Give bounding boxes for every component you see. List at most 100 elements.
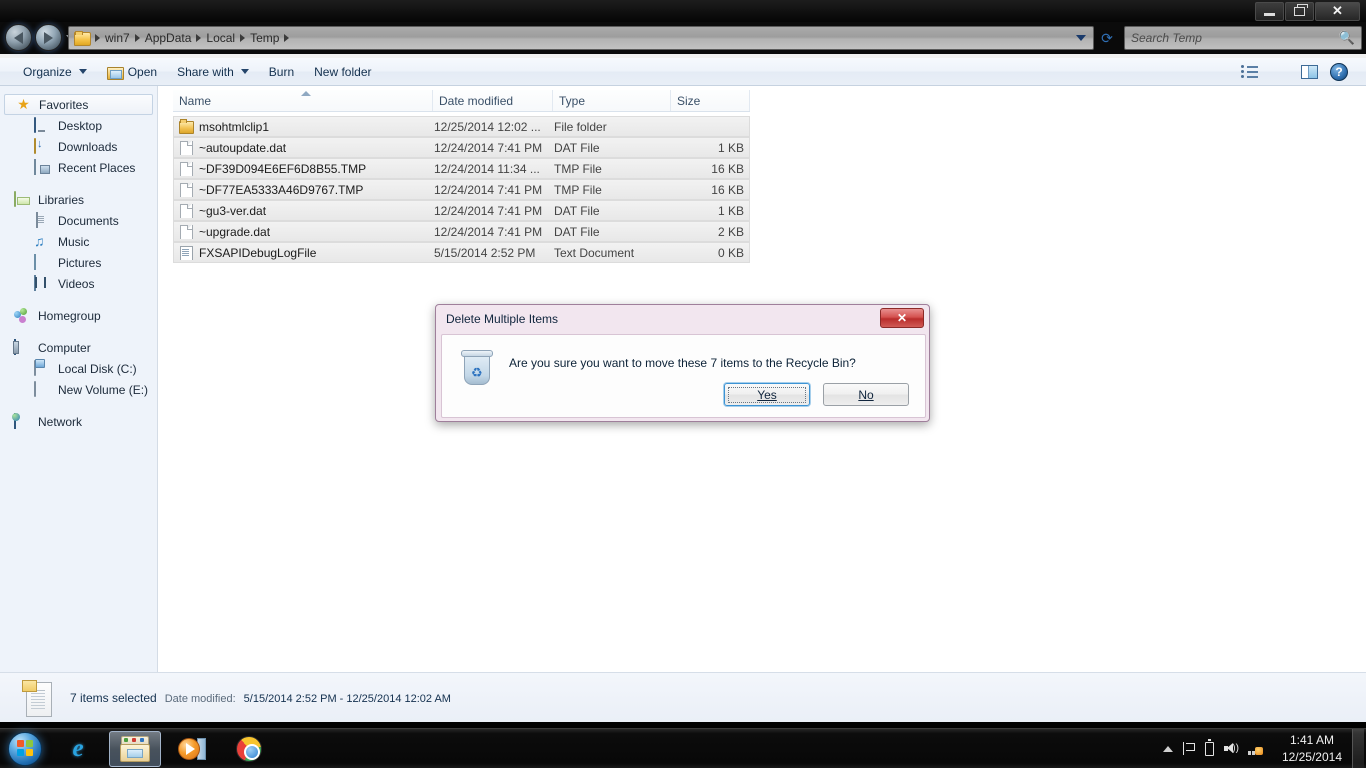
close-button[interactable]: ✕ bbox=[1315, 1, 1360, 21]
breadcrumb-separator-icon bbox=[95, 34, 100, 42]
table-row[interactable]: ~gu3-ver.dat 12/24/2014 7:41 PM DAT File… bbox=[173, 200, 750, 221]
file-name-cell: ~autoupdate.dat bbox=[174, 140, 434, 155]
preview-pane-button[interactable] bbox=[1294, 60, 1324, 84]
view-dropdown-button[interactable] bbox=[1264, 60, 1294, 84]
sidebar-item-label: New Volume (E:) bbox=[58, 382, 149, 397]
sidebar-item-libraries[interactable]: Libraries bbox=[0, 189, 157, 210]
chevron-down-icon bbox=[78, 69, 87, 74]
breadcrumb-item-local[interactable]: Local bbox=[202, 31, 239, 45]
file-name: ~DF39D094E6EF6D8B55.TMP bbox=[199, 161, 367, 176]
search-input[interactable]: Search Temp bbox=[1131, 31, 1202, 45]
window-titlebar[interactable]: ✕ bbox=[0, 0, 1366, 22]
sidebar-item-new-volume-e[interactable]: New Volume (E:) bbox=[0, 379, 157, 400]
file-icon bbox=[179, 140, 193, 155]
view-list-icon bbox=[1240, 65, 1258, 78]
show-desktop-button[interactable] bbox=[1352, 728, 1364, 768]
file-type: DAT File bbox=[554, 140, 600, 155]
column-header-type[interactable]: Type bbox=[553, 90, 671, 111]
table-row[interactable]: msohtmlclip1 12/25/2014 12:02 ... File f… bbox=[173, 116, 750, 137]
burn-button[interactable]: Burn bbox=[260, 61, 303, 83]
breadcrumb-item-temp[interactable]: Temp bbox=[246, 31, 283, 45]
file-date: 12/24/2014 7:41 PM bbox=[434, 140, 543, 155]
sidebar-item-network[interactable]: Network bbox=[0, 411, 157, 432]
file-type: Text Document bbox=[554, 245, 635, 260]
file-date: 5/15/2014 2:52 PM bbox=[434, 245, 536, 260]
column-header-size[interactable]: Size bbox=[671, 90, 750, 111]
chevron-down-icon bbox=[240, 69, 249, 74]
column-header-name[interactable]: Name bbox=[173, 90, 433, 111]
file-size: 1 KB bbox=[717, 203, 744, 218]
table-row[interactable]: ~autoupdate.dat 12/24/2014 7:41 PM DAT F… bbox=[173, 137, 750, 158]
clock-time: 1:41 AM bbox=[1289, 733, 1334, 748]
taskbar-item-internet-explorer[interactable]: e bbox=[52, 731, 104, 767]
command-bar: Organize Open Share with Burn New folder bbox=[0, 58, 1366, 86]
file-type: DAT File bbox=[554, 203, 600, 218]
sidebar-item-desktop[interactable]: Desktop bbox=[0, 115, 157, 136]
sidebar-item-local-disk-c[interactable]: Local Disk (C:) bbox=[0, 358, 157, 379]
change-view-button[interactable] bbox=[1234, 60, 1264, 84]
show-hidden-icons-button[interactable] bbox=[1162, 745, 1173, 752]
refresh-button[interactable]: ⟳ bbox=[1096, 26, 1118, 50]
yes-button-label: Yes bbox=[757, 387, 777, 402]
sidebar-item-homegroup[interactable]: Homegroup bbox=[0, 305, 157, 326]
dialog-title: Delete Multiple Items bbox=[446, 312, 559, 326]
sidebar-item-documents[interactable]: Documents bbox=[0, 210, 157, 231]
dialog-titlebar[interactable]: Delete Multiple Items ✕ bbox=[436, 305, 929, 333]
table-row[interactable]: ~upgrade.dat 12/24/2014 7:41 PM DAT File… bbox=[173, 221, 750, 242]
file-icon bbox=[179, 203, 193, 218]
yes-button[interactable]: Yes bbox=[724, 383, 810, 406]
table-row[interactable]: ~DF77EA5333A46D9767.TMP 12/24/2014 7:41 … bbox=[173, 179, 750, 200]
speaker-icon: )) bbox=[1223, 742, 1239, 755]
text-file-icon bbox=[179, 245, 193, 260]
table-row[interactable]: ~DF39D094E6EF6D8B55.TMP 12/24/2014 11:34… bbox=[173, 158, 750, 179]
sidebar-item-downloads[interactable]: Downloads bbox=[0, 136, 157, 157]
forward-button[interactable] bbox=[35, 24, 62, 51]
sidebar-item-music[interactable]: ♫ Music bbox=[0, 231, 157, 252]
file-name: ~DF77EA5333A46D9767.TMP bbox=[199, 182, 364, 197]
breadcrumb-item-appdata[interactable]: AppData bbox=[141, 31, 196, 45]
help-button[interactable]: ? bbox=[1324, 60, 1354, 84]
sidebar-item-computer[interactable]: Computer bbox=[0, 337, 157, 358]
back-button[interactable] bbox=[5, 24, 32, 51]
maximize-button[interactable] bbox=[1285, 1, 1314, 21]
window-controls: ✕ bbox=[1254, 1, 1360, 21]
sidebar-item-label: Local Disk (C:) bbox=[58, 361, 137, 376]
sidebar-item-recent-places[interactable]: Recent Places bbox=[0, 157, 157, 178]
clock[interactable]: 1:41 AM 12/25/2014 bbox=[1272, 732, 1352, 764]
file-rows: msohtmlclip1 12/25/2014 12:02 ... File f… bbox=[173, 116, 750, 263]
navigation-pane[interactable]: ★ Favorites Desktop Downloads Recent Pla… bbox=[0, 86, 158, 672]
preview-pane-icon bbox=[1300, 64, 1318, 79]
open-button[interactable]: Open bbox=[98, 61, 166, 83]
table-row[interactable]: FXSAPIDebugLogFile 5/15/2014 2:52 PM Tex… bbox=[173, 242, 750, 263]
breadcrumb-item-win7[interactable]: win7 bbox=[101, 31, 134, 45]
file-date: 12/24/2014 7:41 PM bbox=[434, 224, 543, 239]
breadcrumb-separator-icon[interactable] bbox=[284, 34, 290, 42]
column-header-date-modified[interactable]: Date modified bbox=[433, 90, 553, 111]
network-button[interactable] bbox=[1247, 743, 1263, 755]
taskbar-item-windows-explorer[interactable] bbox=[109, 730, 161, 767]
libraries-icon bbox=[14, 191, 16, 207]
folder-icon bbox=[179, 119, 194, 134]
new-folder-button[interactable]: New folder bbox=[305, 61, 380, 83]
organize-button[interactable]: Organize bbox=[14, 61, 96, 83]
volume-button[interactable]: )) bbox=[1223, 742, 1239, 755]
sidebar-item-label: Downloads bbox=[58, 139, 118, 154]
minimize-button[interactable] bbox=[1255, 1, 1284, 21]
battery-button[interactable] bbox=[1204, 739, 1214, 756]
star-icon: ★ bbox=[17, 96, 30, 112]
taskbar-item-media-player[interactable] bbox=[166, 731, 218, 767]
taskbar-item-chrome[interactable] bbox=[223, 731, 275, 767]
dialog-close-button[interactable]: ✕ bbox=[880, 308, 924, 328]
sidebar-item-videos[interactable]: Videos bbox=[0, 273, 157, 294]
sidebar-item-favorites[interactable]: ★ Favorites bbox=[4, 94, 153, 115]
sidebar-item-pictures[interactable]: Pictures bbox=[0, 252, 157, 273]
address-bar[interactable]: win7 AppData Local Temp bbox=[68, 26, 1094, 50]
address-dropdown-chevron-down-icon[interactable] bbox=[1076, 35, 1086, 41]
start-button[interactable] bbox=[3, 730, 47, 768]
share-with-button[interactable]: Share with bbox=[168, 61, 258, 83]
search-box[interactable]: Search Temp 🔍 bbox=[1124, 26, 1362, 50]
folder-icon bbox=[74, 31, 91, 46]
file-date: 12/24/2014 7:41 PM bbox=[434, 182, 543, 197]
action-center-button[interactable] bbox=[1182, 742, 1195, 755]
no-button[interactable]: No bbox=[823, 383, 909, 406]
